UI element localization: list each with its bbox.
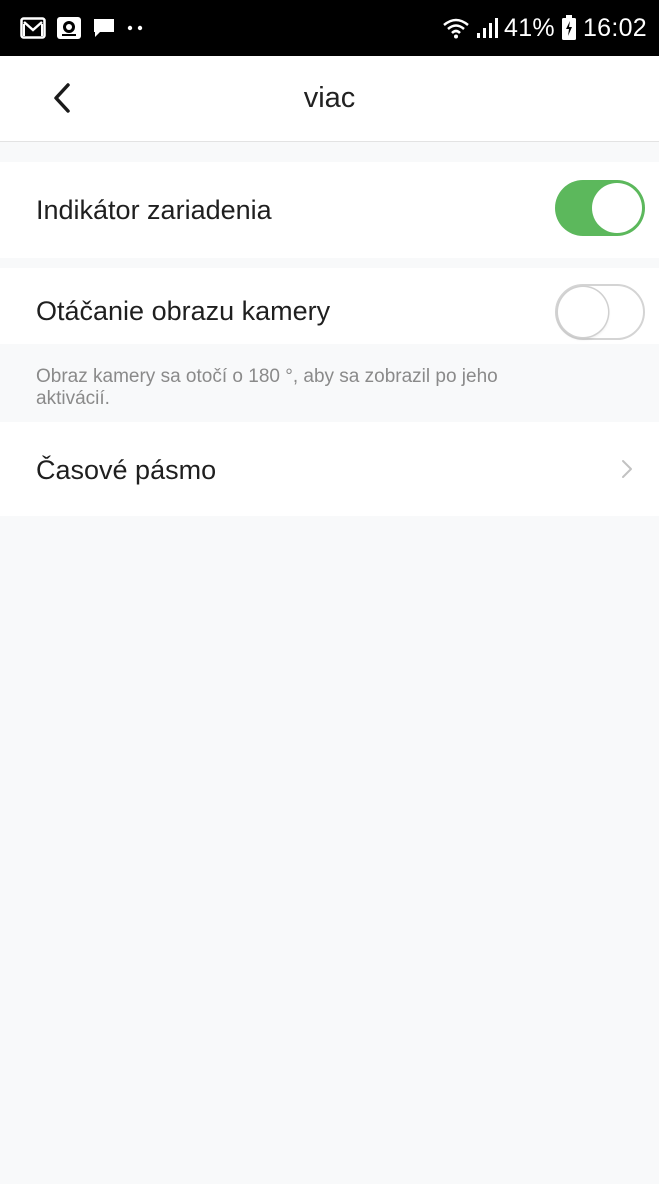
device-indicator-label: Indikátor zariadenia [36,195,272,225]
image-rotation-description: Obraz kamery sa otočí o 180 °, aby sa zo… [36,366,498,409]
status-bar-left [20,16,144,40]
gmail-icon [20,17,46,39]
device-indicator-toggle[interactable] [555,180,645,236]
image-rotation-toggle[interactable] [555,284,645,340]
more-dots-icon [126,24,144,32]
signal-icon [476,17,498,39]
setting-row-image-rotation: Otáčanie obrazu kamery [0,268,659,344]
wifi-icon [442,17,470,39]
status-bar-right: 41% 16:02 [442,14,647,43]
toggle-knob [558,287,608,337]
setting-row-device-indicator: Indikátor zariadenia [0,162,659,258]
page-title: viac [303,82,356,114]
battery-icon [561,15,577,41]
app-header: viac [0,56,659,142]
status-bar: 41% 16:02 [0,0,659,56]
message-icon [92,17,116,39]
setting-row-time-zone[interactable]: Časové pásmo [0,422,659,516]
camera-app-icon [56,16,82,40]
toggle-knob [592,183,642,233]
image-rotation-label: Otáčanie obrazu kamery [36,296,331,326]
time-zone-label: Časové pásmo [36,455,217,485]
battery-percent: 41% [504,13,555,42]
chevron-right-icon [621,459,633,484]
clock: 16:02 [582,13,647,42]
